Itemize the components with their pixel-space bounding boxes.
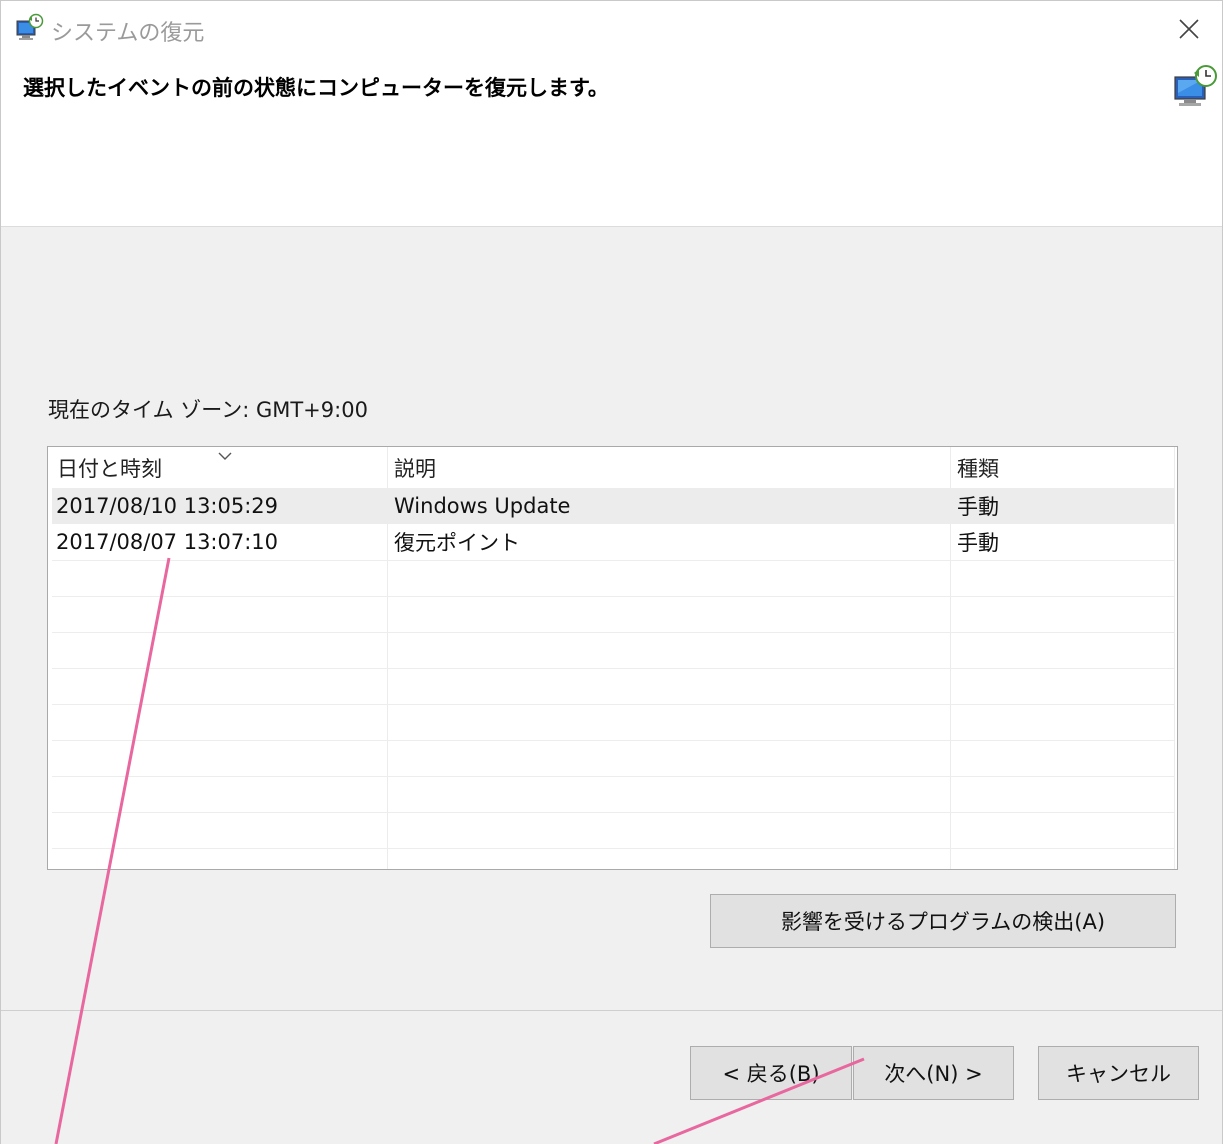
row-description: Windows Update <box>394 494 571 518</box>
grid-line <box>52 812 1174 813</box>
grid-line <box>52 596 1174 597</box>
grid-line <box>52 668 1174 669</box>
column-header-description[interactable]: 説明 <box>394 447 949 488</box>
column-header-type[interactable]: 種類 <box>957 447 1172 488</box>
scan-affected-programs-button[interactable]: 影響を受けるプログラムの検出(A) <box>710 894 1176 948</box>
restore-point-list[interactable]: 日付と時刻 説明 種類 2017/08/10 13:05:29 Windows … <box>47 446 1178 870</box>
grid-line <box>52 560 1174 561</box>
column-header-label: 種類 <box>957 456 999 481</box>
system-restore-window: システムの復元 選択したイベントの前の状態にコンピューターを復元します。 現在の… <box>0 0 1223 1144</box>
cancel-button[interactable]: キャンセル <box>1038 1046 1199 1100</box>
table-row[interactable]: 2017/08/07 13:07:10 復元ポイント 手動 <box>52 524 1174 560</box>
grid-line <box>52 776 1174 777</box>
row-date: 2017/08/10 13:05:29 <box>56 494 279 518</box>
close-icon <box>1179 19 1199 39</box>
column-header-label: 説明 <box>394 456 436 481</box>
grid-line <box>52 704 1174 705</box>
header-panel: システムの復元 選択したイベントの前の状態にコンピューターを復元します。 <box>1 1 1222 227</box>
row-description: 復元ポイント <box>394 531 520 555</box>
grid-line <box>52 632 1174 633</box>
column-divider <box>1174 447 1175 869</box>
sort-descending-icon <box>218 452 232 460</box>
close-button[interactable] <box>1165 7 1213 51</box>
column-header-label: 日付と時刻 <box>57 456 162 481</box>
column-header-date[interactable]: 日付と時刻 <box>57 447 387 488</box>
window-title: システムの復元 <box>51 21 205 46</box>
grid-line <box>52 848 1174 849</box>
system-restore-icon <box>1174 65 1217 106</box>
next-button[interactable]: 次へ(N) > <box>853 1046 1014 1100</box>
system-restore-icon <box>16 13 44 40</box>
row-type: 手動 <box>957 531 999 555</box>
timezone-label: 現在のタイム ゾーン: GMT+9:00 <box>48 398 368 422</box>
grid-line <box>52 740 1174 741</box>
row-type: 手動 <box>957 495 999 519</box>
row-date: 2017/08/07 13:07:10 <box>56 530 279 554</box>
back-button[interactable]: < 戻る(B) <box>690 1046 852 1100</box>
header-instruction: 選択したイベントの前の状態にコンピューターを復元します。 <box>23 76 609 100</box>
footer-divider <box>1 1010 1222 1011</box>
table-row[interactable]: 2017/08/10 13:05:29 Windows Update 手動 <box>52 488 1174 524</box>
